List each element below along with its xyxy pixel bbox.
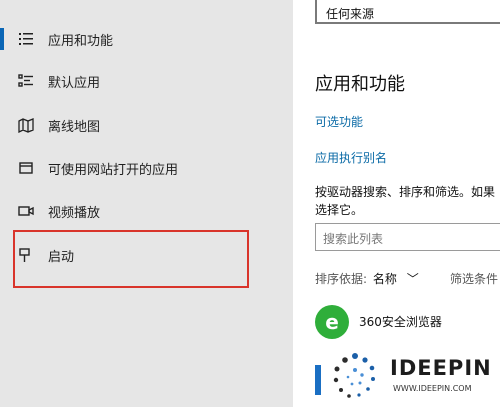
chevron-down-icon: ﹀	[406, 272, 419, 286]
sidebar-item-label: 应用和功能	[48, 33, 114, 49]
filter-description: 按驱动器搜索、排序和筛选。如果 选择它。	[315, 185, 496, 217]
sidebar-item-label: 默认应用	[48, 75, 101, 91]
sidebar-item-label: 离线地图	[48, 119, 101, 135]
watermark-url: WWW.IDEEPIN.COM	[393, 384, 472, 393]
dropdown-value: 任何来源	[326, 7, 375, 21]
360-browser-icon: e	[315, 305, 349, 339]
sidebar: 应用和功能 默认应用 离线地图 可使用网站打开的应用 视频播放 启动	[0, 0, 293, 407]
sort-label: 排序依据:	[315, 272, 368, 286]
startup-highlight-box	[13, 230, 249, 288]
app-list-item-partial-icon	[315, 365, 321, 395]
app-source-dropdown[interactable]: 任何来源	[315, 0, 500, 24]
ideepin-logo-icon	[333, 353, 375, 398]
sidebar-item-video-playback[interactable]: 视频播放	[0, 191, 293, 231]
watermark: IDEEPIN WWW.IDEEPIN.COM	[325, 348, 500, 407]
website-apps-icon	[18, 160, 34, 176]
app-execution-alias-link[interactable]: 应用执行别名	[315, 149, 387, 166]
sidebar-item-website-apps[interactable]: 可使用网站打开的应用	[0, 148, 293, 188]
map-icon	[18, 117, 34, 133]
watermark-brand: IDEEPIN	[390, 356, 492, 380]
search-placeholder: 搜索此列表	[323, 232, 384, 246]
sidebar-item-label: 可使用网站打开的应用	[48, 162, 179, 178]
page-title: 应用和功能	[315, 74, 405, 95]
sort-value: 名称	[372, 272, 397, 286]
sort-control[interactable]: 排序依据: 名称 ﹀	[315, 270, 419, 287]
sidebar-item-default-apps[interactable]: 默认应用	[0, 61, 293, 101]
search-input[interactable]: 搜索此列表	[315, 223, 500, 251]
sidebar-item-label: 视频播放	[48, 205, 101, 221]
apps-list-icon	[18, 31, 34, 47]
sidebar-item-apps-features[interactable]: 应用和功能	[0, 19, 293, 59]
optional-features-link[interactable]: 可选功能	[315, 113, 363, 130]
video-icon	[18, 203, 34, 219]
main-panel: 任何来源 应用和功能 可选功能 应用执行别名 按驱动器搜索、排序和筛选。如果 选…	[293, 0, 500, 407]
sidebar-item-offline-maps[interactable]: 离线地图	[0, 105, 293, 145]
default-apps-icon	[18, 73, 34, 89]
filter-control[interactable]: 筛选条件	[450, 270, 498, 287]
app-list-item-name[interactable]: 360安全浏览器	[359, 313, 442, 330]
